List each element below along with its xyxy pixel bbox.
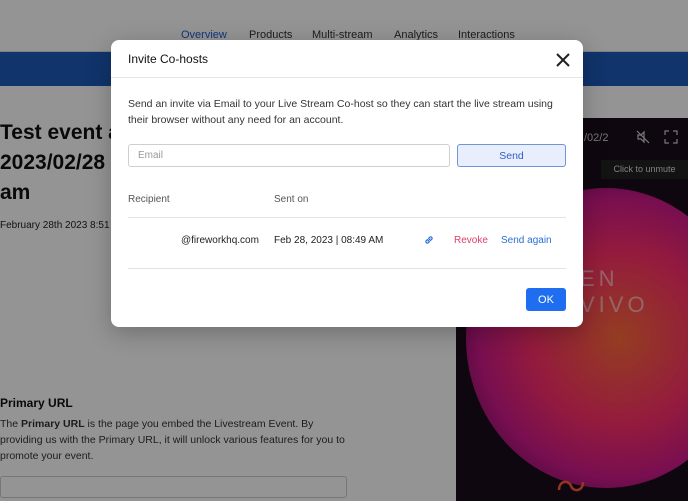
sent-on-column-header: Sent on xyxy=(274,194,309,205)
close-icon xyxy=(556,53,570,67)
dialog-description: Send an invite via Email to your Live St… xyxy=(128,98,553,126)
table-header-divider xyxy=(128,217,566,218)
dialog-title: Invite Co-hosts xyxy=(128,52,209,66)
send-button[interactable]: Send xyxy=(457,144,566,167)
invite-cohosts-dialog: Invite Co-hosts Send an invite via Email… xyxy=(111,40,583,327)
link-icon[interactable] xyxy=(423,233,435,245)
recipient-column-header: Recipient xyxy=(128,194,170,205)
recipient-email: @fireworkhq.com xyxy=(181,235,259,246)
dialog-header: Invite Co-hosts xyxy=(111,40,583,78)
email-input[interactable] xyxy=(128,144,450,167)
ok-button[interactable]: OK xyxy=(526,288,566,311)
close-button[interactable] xyxy=(551,48,575,72)
table-bottom-divider xyxy=(128,268,566,269)
send-again-link[interactable]: Send again xyxy=(501,235,552,246)
sent-on-date: Feb 28, 2023 | 08:49 AM xyxy=(274,235,384,246)
revoke-link[interactable]: Revoke xyxy=(454,235,488,246)
